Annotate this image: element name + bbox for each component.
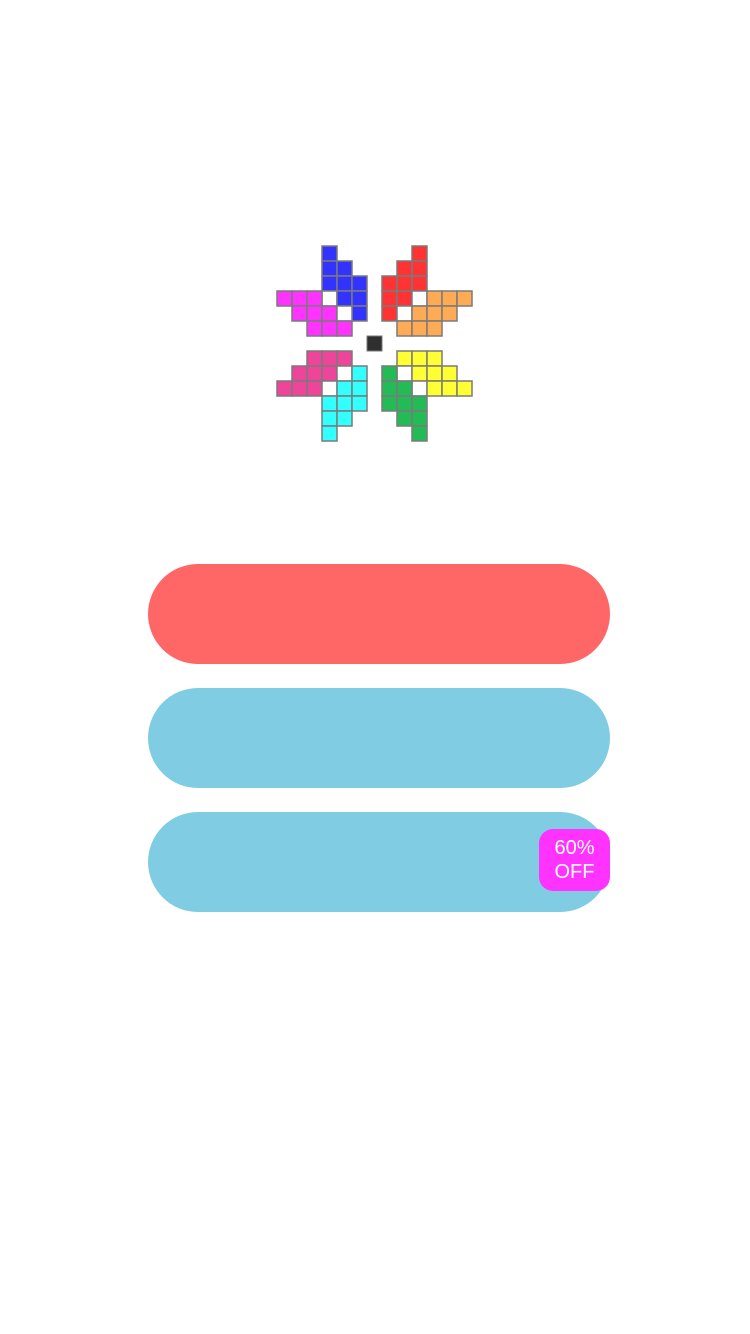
discount-badge-percent: 60%	[554, 837, 595, 859]
primary-button[interactable]	[148, 564, 610, 664]
logo-cell	[351, 395, 368, 412]
game-logo	[276, 245, 473, 442]
logo-cell	[336, 395, 353, 412]
logo-cell	[381, 365, 398, 382]
logo-cell	[426, 350, 443, 367]
logo-cell	[396, 260, 413, 277]
logo-cell	[291, 290, 308, 307]
logo-cell	[411, 275, 428, 292]
logo-cell	[321, 365, 338, 382]
logo-cell	[441, 365, 458, 382]
logo-cell	[321, 275, 338, 292]
logo-cell	[411, 245, 428, 262]
logo-cell	[321, 380, 338, 397]
logo-cell	[456, 290, 473, 307]
logo-cell	[321, 260, 338, 277]
logo-cell	[411, 290, 428, 307]
logo-cell	[276, 380, 293, 397]
logo-cell	[396, 320, 413, 337]
logo-cell	[351, 290, 368, 307]
logo-cell	[321, 410, 338, 427]
logo-cell	[396, 410, 413, 427]
logo-cell	[351, 275, 368, 292]
logo-cell	[441, 380, 458, 397]
logo-cell	[306, 350, 323, 367]
logo-cell	[321, 425, 338, 442]
logo-cell	[411, 320, 428, 337]
logo-cell	[411, 260, 428, 277]
logo-cell	[336, 305, 353, 322]
logo-cell	[396, 305, 413, 322]
logo-cell	[306, 305, 323, 322]
logo-cell	[396, 380, 413, 397]
logo-cell	[336, 350, 353, 367]
logo-cell	[291, 365, 308, 382]
logo-cell	[321, 350, 338, 367]
logo-cell	[426, 320, 443, 337]
secondary-button[interactable]	[148, 688, 610, 788]
logo-cell	[321, 305, 338, 322]
logo-cell	[411, 425, 428, 442]
discount-badge: 60% OFF	[539, 829, 610, 891]
logo-cell	[291, 305, 308, 322]
sale-button[interactable]: 60% OFF	[148, 812, 610, 912]
logo-cell	[396, 290, 413, 307]
logo-cell	[411, 305, 428, 322]
logo-cell	[396, 365, 413, 382]
logo-cell	[351, 365, 368, 382]
logo-cell	[441, 290, 458, 307]
logo-cell	[291, 380, 308, 397]
logo-cell	[306, 380, 323, 397]
discount-badge-off: OFF	[554, 861, 595, 883]
logo-cell	[321, 395, 338, 412]
logo-cell	[336, 320, 353, 337]
logo-cell	[336, 275, 353, 292]
logo-cell	[441, 305, 458, 322]
logo-cell	[381, 380, 398, 397]
logo-cell	[306, 320, 323, 337]
logo-cell	[351, 305, 368, 322]
logo-cell	[336, 260, 353, 277]
logo-cell	[381, 305, 398, 322]
logo-cell	[381, 395, 398, 412]
logo-cell	[456, 380, 473, 397]
logo-cell	[396, 275, 413, 292]
logo-cell	[336, 290, 353, 307]
logo-cell	[411, 395, 428, 412]
logo-cell	[426, 290, 443, 307]
logo-cell	[411, 365, 428, 382]
logo-cell	[396, 350, 413, 367]
logo-cell	[321, 290, 338, 307]
logo-cell	[411, 350, 428, 367]
logo-cell	[411, 410, 428, 427]
logo-cell	[306, 365, 323, 382]
logo-cell	[321, 245, 338, 262]
logo-cell	[276, 290, 293, 307]
logo-cell	[426, 305, 443, 322]
logo-cell	[336, 380, 353, 397]
logo-cell	[396, 395, 413, 412]
logo-cell	[336, 365, 353, 382]
logo-cell	[426, 380, 443, 397]
logo-cell	[381, 275, 398, 292]
logo-cell	[411, 380, 428, 397]
logo-cell	[321, 320, 338, 337]
logo-cell	[381, 290, 398, 307]
logo-cell	[426, 365, 443, 382]
logo-cell	[306, 290, 323, 307]
logo-cell	[336, 410, 353, 427]
logo-cell	[351, 380, 368, 397]
logo-center-square	[366, 335, 383, 352]
